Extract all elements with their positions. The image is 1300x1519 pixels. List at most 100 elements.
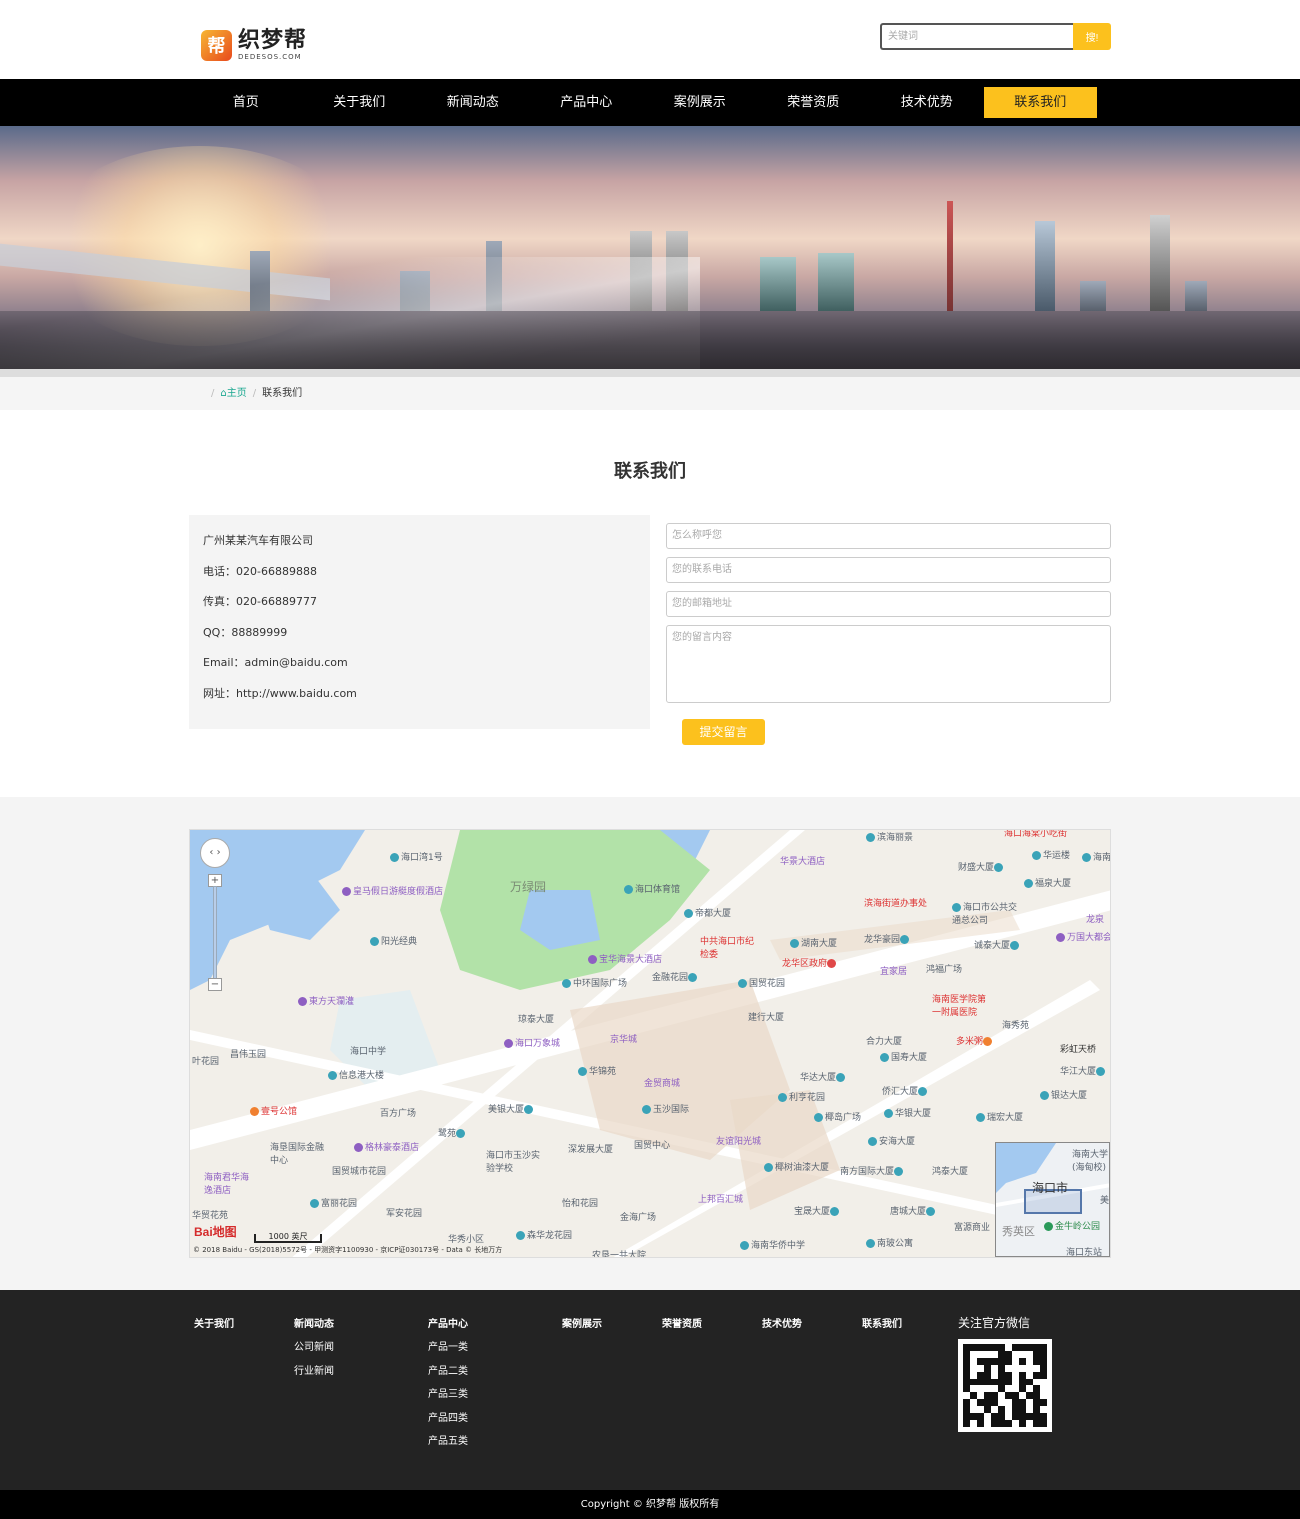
map-label: 华运楼 <box>1032 848 1070 861</box>
map-label: 龙华豪园 <box>864 932 911 945</box>
map-label: 海南 <box>1082 850 1110 863</box>
phone-field[interactable]: 您的联系电话 <box>666 557 1111 583</box>
map-label: 海秀苑 <box>1002 1021 1030 1031</box>
footer-heading[interactable]: 新闻动态 <box>294 1318 334 1341</box>
nav-item-home[interactable]: 首页 <box>189 87 303 118</box>
footer-heading[interactable]: 技术优势 <box>762 1318 802 1341</box>
map-label: 国贸中心 <box>634 1141 671 1151</box>
footer-link[interactable]: 产品五类 <box>428 1435 468 1459</box>
map-label: 中共海口市纪检委 <box>700 937 755 960</box>
map-zoom-slider[interactable]: + − <box>208 874 222 992</box>
map-label: 宜家居 <box>880 967 908 977</box>
footer-link[interactable]: 行业新闻 <box>294 1365 334 1389</box>
map-label: 海南华侨中学 <box>740 1238 805 1251</box>
site-header: 帮 织梦帮 DEDESOS.COM 搜! <box>0 0 1300 79</box>
message-textarea[interactable]: 您的留言内容 <box>666 625 1111 703</box>
nav-item-contact[interactable]: 联系我们 <box>983 87 1097 118</box>
map-label: 宝华海景大酒店 <box>588 952 662 965</box>
map-label: 金海广场 <box>620 1213 657 1223</box>
site-logo[interactable]: 帮 织梦帮 DEDESOS.COM <box>201 28 307 62</box>
footer-link[interactable]: 公司新闻 <box>294 1341 334 1365</box>
nav-item-tech[interactable]: 技术优势 <box>870 87 984 118</box>
footer-heading[interactable]: 联系我们 <box>862 1318 902 1341</box>
email-field[interactable]: 您的邮箱地址 <box>666 591 1111 617</box>
baidu-map[interactable]: ‹ › + − 万绿园 海口湾1号 皇马假日游艇度假酒店 阳光经典 東方天瀾灌 … <box>189 829 1111 1258</box>
footer-link[interactable]: 产品一类 <box>428 1341 468 1365</box>
map-label: 华锦苑 <box>578 1064 616 1077</box>
copyright-bar: Copyright © 织梦帮 版权所有 <box>0 1490 1300 1519</box>
map-label: 宝晟大厦 <box>794 1204 841 1217</box>
baidu-map-logo[interactable]: Bai地图 <box>194 1223 237 1240</box>
nav-item-about[interactable]: 关于我们 <box>303 87 417 118</box>
map-label: 诚泰大厦 <box>974 938 1021 951</box>
search-button[interactable]: 搜! <box>1073 23 1111 50</box>
overview-label: 海口东站 <box>1066 1248 1103 1257</box>
map-label: 银达大厦 <box>1040 1088 1087 1101</box>
footer-col-tech: 技术优势 <box>762 1318 802 1341</box>
footer-heading[interactable]: 关于我们 <box>194 1318 234 1341</box>
map-label: 华景大酒店 <box>780 857 826 867</box>
submit-button[interactable]: 提交留言 <box>682 719 765 745</box>
footer-link[interactable]: 产品三类 <box>428 1388 468 1412</box>
nav-item-honors[interactable]: 荣誉资质 <box>757 87 871 118</box>
map-label: 富源商业 <box>954 1223 991 1233</box>
map-label: 叶花园 <box>192 1057 220 1067</box>
footer-heading[interactable]: 案例展示 <box>562 1318 602 1341</box>
map-label: 华贸花苑 <box>192 1211 229 1221</box>
map-label: 国寿大厦 <box>880 1050 927 1063</box>
map-label: 京华城 <box>610 1035 638 1045</box>
wechat-qr-code <box>958 1339 1052 1432</box>
map-label: 滨海街道办事处 <box>864 899 928 909</box>
breadcrumb-home[interactable]: ⌂主页 <box>220 388 246 399</box>
footer-col-cases: 案例展示 <box>562 1318 602 1341</box>
map-label: 海南医学院第一附属医院 <box>932 995 987 1018</box>
map-label: 金融花园 <box>652 970 699 983</box>
map-label: 海口湾1号 <box>390 850 443 863</box>
map-section: ‹ › + − 万绿园 海口湾1号 皇马假日游艇度假酒店 阳光经典 東方天瀾灌 … <box>0 797 1300 1290</box>
map-pan-control[interactable]: ‹ › <box>200 838 230 868</box>
map-label: 深发展大厦 <box>568 1145 614 1155</box>
zoom-out-button[interactable]: − <box>208 978 222 991</box>
nav-item-products[interactable]: 产品中心 <box>530 87 644 118</box>
footer-heading[interactable]: 产品中心 <box>428 1318 468 1341</box>
email-text: Email：admin@baidu.com <box>203 656 348 669</box>
map-label: 财盛大厦 <box>958 860 1005 873</box>
footer-link[interactable]: 产品四类 <box>428 1412 468 1436</box>
map-label: 建行大厦 <box>748 1013 785 1023</box>
nav-item-news[interactable]: 新闻动态 <box>416 87 530 118</box>
map-label: 侨汇大厦 <box>882 1084 929 1097</box>
fax-text: 传真：020-66889777 <box>203 595 317 608</box>
map-label: 龙华区政府 <box>782 956 838 969</box>
search-input[interactable] <box>880 23 1073 50</box>
map-label: 東方天瀾灌 <box>298 994 354 1007</box>
map-label: 鹭苑 <box>438 1126 467 1139</box>
map-overview[interactable]: 海口市 秀英区 金牛岭公园 海口东站 海南大学(海甸校) 美 <box>995 1142 1110 1257</box>
map-label: 皇马假日游艇度假酒店 <box>342 884 443 897</box>
map-label: 海南君华海逸酒店 <box>204 1173 250 1196</box>
map-label: 万国大都会 <box>1056 930 1110 943</box>
overview-label: 美 <box>1100 1196 1110 1206</box>
footer-col-about: 关于我们 <box>194 1318 234 1341</box>
map-label: 椰树油漆大厦 <box>764 1160 829 1173</box>
nav-item-cases[interactable]: 案例展示 <box>643 87 757 118</box>
map-label: 上邦百汇城 <box>698 1195 744 1205</box>
map-label: 美银大厦 <box>488 1102 535 1115</box>
map-label: 格林豪泰酒店 <box>354 1140 419 1153</box>
map-label: 富丽花园 <box>310 1196 357 1209</box>
footer-link[interactable]: 产品二类 <box>428 1365 468 1389</box>
logo-text: 织梦帮 <box>238 27 308 53</box>
map-label: 华银大厦 <box>884 1106 931 1119</box>
footer-heading[interactable]: 荣誉资质 <box>662 1318 702 1341</box>
map-label: 海垦国际金融中心 <box>270 1143 325 1166</box>
map-label: 鸿泰大厦 <box>932 1167 969 1177</box>
map-label: 阳光经典 <box>370 934 417 947</box>
map-label: 鸿福广场 <box>926 965 963 975</box>
map-label: 唐城大厦 <box>890 1204 937 1217</box>
wechat-title: 关注官方微信 <box>958 1316 1031 1330</box>
name-field[interactable]: 怎么称呼您 <box>666 523 1111 549</box>
map-label: 南方国际大厦 <box>840 1164 905 1177</box>
map-label: 琼泰大厦 <box>518 1015 555 1025</box>
map-label: 利亨花园 <box>778 1090 825 1103</box>
map-copyright: © 2018 Baidu - GS(2018)5572号 - 甲测资字11009… <box>193 1246 503 1254</box>
breadcrumb-current: 联系我们 <box>262 388 303 399</box>
